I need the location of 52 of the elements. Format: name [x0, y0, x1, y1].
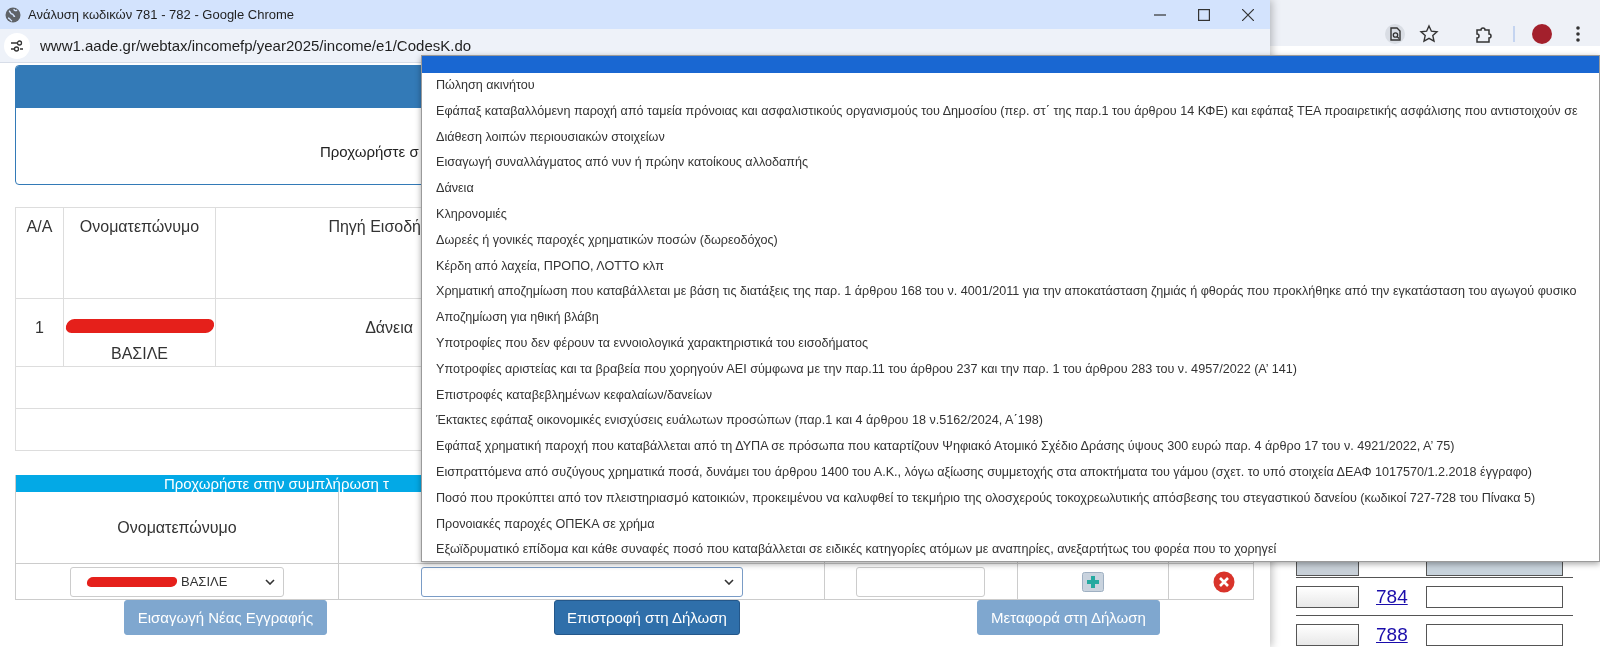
- amount-field[interactable]: [1426, 585, 1563, 608]
- dropdown-option[interactable]: Κληρονομιές: [422, 202, 1599, 228]
- dropdown-option[interactable]: Χρηματική αποζημίωση που καταβάλλεται με βάση τις διατάξεις της παρ. 1 άρθρου 168 του ν. 4001/2011 για την αποκατάσταση ζημιάς ή φθοράς που προκλήθηκε από την εγκατάσταση του αγωγού φυσικο: [422, 279, 1599, 306]
- chevron-icon: [724, 578, 734, 585]
- dropdown-option[interactable]: Εξωϊδρυματικό επίδομα και κάθε συναφές ποσό που καταβάλλεται σε ειδικές κατηγορίες ατόμων με αναπηρίες, ανεξαρτήτως του φορέα που το χορηγεί: [422, 537, 1599, 564]
- amount-field[interactable]: [1426, 562, 1563, 576]
- avatar[interactable]: [1532, 24, 1552, 44]
- code-link[interactable]: 784: [1376, 585, 1408, 608]
- amount-field[interactable]: [1296, 562, 1359, 576]
- dropdown-option[interactable]: Εισαγωγή συναλλάγματος από νυν ή πρώην κατοίκους αλλοδαπής: [422, 150, 1599, 177]
- dropdown-option[interactable]: Προνοιακές παροχές ΟΠΕΚΑ σε χρήμα: [422, 511, 1599, 538]
- menu-icon[interactable]: [1575, 24, 1581, 44]
- dropdown-option[interactable]: Επιστροφές καταβεβλημένων κεφαλαίων/δανείων: [422, 382, 1599, 409]
- dropdown-option[interactable]: Υποτροφίες αριστείας και τα βραβεία που χορηγούν ΑΕΙ σύμφωνα με την παρ.11 του άρθρου 237 και την παρ. 1 του άρθρου 283 του ν. 4957/2022 (Α’ 141): [422, 356, 1599, 383]
- sliders-icon: [10, 38, 24, 53]
- dropdown-option[interactable]: Πώληση ακινήτου: [422, 73, 1599, 99]
- dropdown-option[interactable]: Έκτακτες εφάπαξ οικονομικές ενισχύσεις ευάλωτων προσώπων (παρ.1 και 4 άρθρου 18 ν.5162/2024, Α΄198): [422, 408, 1599, 435]
- star-icon[interactable]: [1419, 24, 1439, 44]
- puzzle-icon[interactable]: [1474, 24, 1494, 44]
- dropdown-option[interactable]: Αποζημίωση για ηθική βλάβη: [422, 305, 1599, 331]
- dropdown-option[interactable]: Διάθεση λοιπών περιουσιακών στοιχείων: [422, 124, 1599, 151]
- dropdown-option[interactable]: Κέρδη από λαχεία, ΠΡΟΠΟ, ΛΟΤΤΟ κλπ: [422, 253, 1599, 280]
- dropdown-option[interactable]: Εφάπαξ χρηματική παροχή που καταβάλλεται από τη ΔΥΠΑ σε πρόσωπα που καταρτίζουν Ψηφιακό Ατομικό Σχέδιο Δράσης ύψους 300 ευρώ παρ. 4 άρθρο 17 του ν. 4921/2022, Α’ 75): [422, 434, 1599, 460]
- dropdown-option[interactable]: Εφάπαξ καταβαλλόμενη παροχή από ταμεία πρόνοιας και ασφαλιστικούς οργανισμούς του Δημοσίου (περ. στ΄ της παρ.1 του άρθρου 14 ΚΦΕ) και εφάπαξ ΤΕΑ προαιρετικής ασφάλισης που αντιστοιχούν σε: [422, 98, 1599, 125]
- amount-field[interactable]: [1296, 623, 1359, 646]
- minimize-icon: [1154, 13, 1166, 16]
- site-settings-button[interactable]: [4, 32, 30, 59]
- add-icon[interactable]: [1082, 571, 1104, 592]
- table-cell: 1: [16, 299, 64, 367]
- column-header: Ονοματεπώνυμο: [16, 492, 339, 564]
- close-icon: [1242, 8, 1254, 21]
- name-select[interactable]: ΒΑΣΙΛΕ: [70, 566, 284, 597]
- chevron-icon: [265, 578, 275, 585]
- amount-field[interactable]: [1296, 585, 1359, 608]
- income-source-select[interactable]: [421, 566, 743, 597]
- globe-icon: [5, 6, 21, 23]
- page-search-icon[interactable]: [1385, 24, 1405, 44]
- maximize-icon: [1198, 8, 1210, 21]
- code-link[interactable]: 788: [1376, 623, 1408, 646]
- form-button[interactable]: Επιστροφή στη Δήλωση: [554, 600, 740, 635]
- delete-icon[interactable]: [1213, 570, 1235, 593]
- amount-input[interactable]: [856, 566, 985, 597]
- dropdown-option[interactable]: Δωρεές ή γονικές παροχές χρηματικών ποσών (δωρεοδόχος): [422, 227, 1599, 254]
- name-text: ΒΑΣΙΛΕ: [110, 345, 168, 363]
- url-text[interactable]: www1.aade.gr/webtax/incomefp/year2025/income/e1/CodesK.do: [40, 37, 472, 54]
- window-title: Ανάλυση κωδικών 781 - 782 - Google Chrome: [28, 7, 296, 22]
- amount-field[interactable]: [1426, 623, 1563, 646]
- panel-text: Προχωρήστε σ: [320, 143, 419, 160]
- dropdown-option[interactable]: Δάνεια: [422, 176, 1599, 202]
- column-header: Α/Α: [16, 208, 64, 299]
- column-header: Ονοματεπώνυμο: [64, 208, 216, 299]
- dropdown-option[interactable]: Υποτροφίες που δεν φέρουν τα εννοιολογικά χαρακτηριστικά του εισοδήματος: [422, 330, 1599, 357]
